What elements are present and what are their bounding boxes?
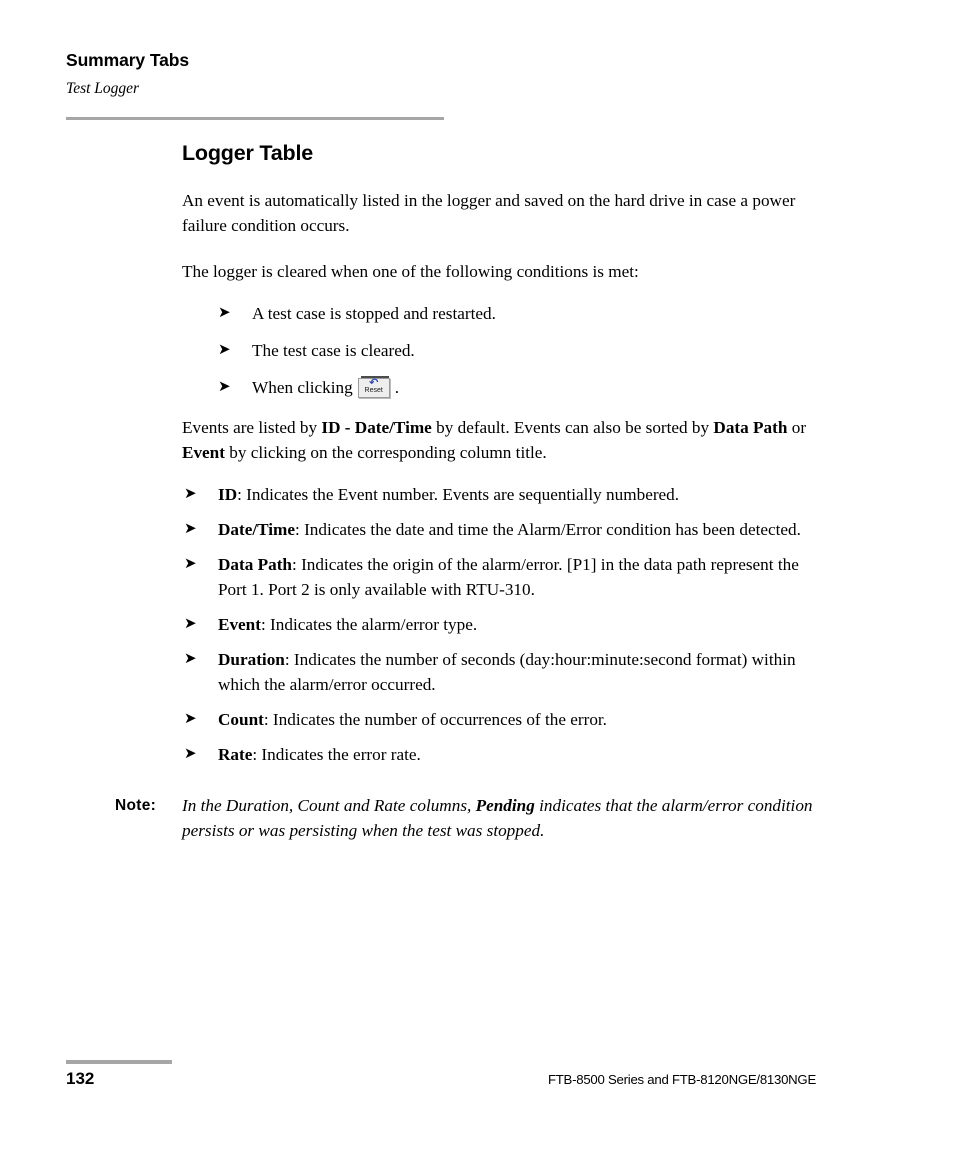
sorting-text-3: or — [787, 418, 807, 438]
list-item: ➤ Event: Indicates the alarm/error type. — [184, 612, 818, 637]
note-label: Note: — [115, 797, 157, 815]
clear-conditions-list: ➤ A test case is stopped and restarted. … — [0, 301, 954, 400]
note-callout: Note: In the Duration, Count and Rate co… — [115, 793, 818, 843]
bullet-arrow-icon: ➤ — [218, 377, 231, 396]
running-header: Summary Tabs Test Logger — [66, 50, 446, 99]
definition-text: : Indicates the date and time the Alarm/… — [295, 520, 801, 540]
list-item: ➤ A test case is stopped and restarted. — [218, 301, 818, 326]
header-chapter-title: Summary Tabs — [66, 50, 189, 70]
bullet-arrow-icon: ➤ — [218, 303, 231, 322]
reset-button-label: Reset — [364, 387, 383, 395]
footer-document-title: FTB-8500 Series and FTB-8120NGE/8130NGE — [547, 1072, 816, 1087]
page-title: Logger Table — [182, 141, 313, 165]
sorting-text-4: by clicking on the corresponding column … — [224, 443, 547, 463]
header-section-subtitle: Test Logger — [66, 80, 140, 97]
bullet-arrow-icon: ➤ — [184, 709, 197, 728]
list-item: ➤ Date/Time: Indicates the date and time … — [184, 517, 818, 542]
list-item: ➤ The test case is cleared. — [218, 338, 818, 363]
list-item: ➤ When clicking ↶ Reset . — [218, 375, 818, 400]
column-definitions-list: ➤ ID: Indicates the Event number. Events … — [0, 482, 954, 767]
definition-text: : Indicates the Event number. Events are… — [237, 485, 680, 505]
bullet-arrow-icon: ➤ — [184, 649, 197, 668]
list-item: ➤ Data Path: Indicates the origin of the … — [184, 552, 818, 602]
list-item-text: A test case is stopped and restarted. — [252, 304, 496, 324]
document-page: Summary Tabs Test Logger Logger Table An… — [0, 0, 954, 1159]
sorting-text-2: by default. Events can also be sorted by — [431, 418, 714, 438]
list-item: ➤ Duration: Indicates the number of secon… — [184, 647, 818, 697]
header-divider-rule — [66, 117, 444, 120]
bullet-arrow-icon: ➤ — [184, 554, 197, 573]
sorting-text-1: Events are listed by — [182, 418, 322, 438]
sorting-term-id-datetime: ID - Date/Time — [321, 418, 432, 438]
sorting-paragraph: Events are listed by ID - Date/Time by d… — [182, 415, 818, 465]
definition-term: Count — [218, 710, 264, 730]
intro-paragraph: An event is automatically listed in the … — [182, 190, 796, 235]
definition-text: : Indicates the number of occurrences of… — [263, 710, 607, 730]
definition-term: Duration — [218, 650, 285, 670]
sorting-term-data-path: Data Path — [713, 418, 788, 438]
list-item: ➤ Count: Indicates the number of occurren… — [184, 707, 818, 732]
bullet-arrow-icon: ➤ — [184, 519, 197, 538]
reset-button[interactable]: ↶ Reset — [357, 376, 392, 400]
list-item-text: When clicking — [252, 378, 353, 398]
page-content: Logger Table An event is automatically l… — [0, 140, 954, 843]
list-item-text: The test case is cleared. — [252, 341, 415, 361]
note-text-1: In the Duration, Count and Rate columns, — [182, 796, 476, 816]
bullet-arrow-icon: ➤ — [218, 340, 231, 359]
bullet-arrow-icon: ➤ — [184, 614, 197, 633]
bullet-arrow-icon: ➤ — [184, 484, 197, 503]
list-item: ➤ ID: Indicates the Event number. Events … — [184, 482, 818, 507]
page-number: 132 — [66, 1069, 95, 1088]
note-term-pending: Pending — [475, 796, 535, 816]
definition-term: Data Path — [218, 555, 292, 575]
definition-text: : Indicates the origin of the alarm/erro… — [218, 555, 799, 600]
clear-conditions-intro: The logger is cleared when one of the fo… — [182, 261, 639, 281]
definition-term: Date/Time — [218, 520, 296, 540]
list-item: ➤ Rate: Indicates the error rate. — [184, 742, 818, 767]
sorting-term-event: Event — [182, 443, 225, 463]
definition-term: Event — [218, 615, 261, 635]
note-body: In the Duration, Count and Rate columns,… — [182, 793, 818, 843]
definition-text: : Indicates the alarm/error type. — [260, 615, 478, 635]
footer-divider-rule — [66, 1060, 172, 1064]
definition-text: : Indicates the error rate. — [252, 745, 421, 765]
bullet-arrow-icon: ➤ — [184, 744, 197, 763]
definition-term: ID — [218, 485, 238, 505]
definition-term: Rate — [218, 745, 253, 765]
definition-text: : Indicates the number of seconds (day:h… — [218, 650, 796, 695]
list-item-text-tail: . — [394, 378, 399, 398]
